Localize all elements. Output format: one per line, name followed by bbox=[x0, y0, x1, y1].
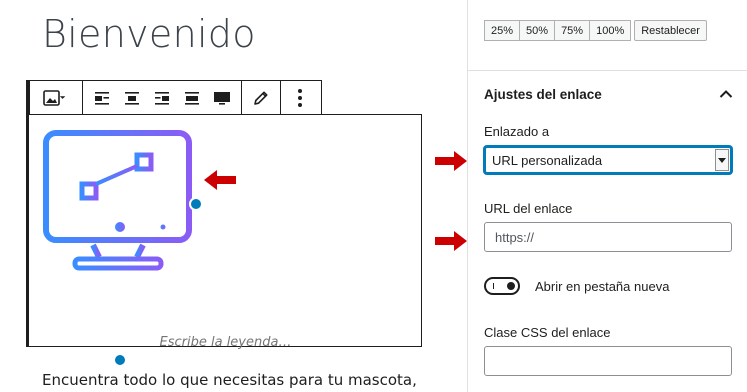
edit-image-button[interactable] bbox=[246, 81, 276, 114]
link-to-value: URL personalizada bbox=[492, 152, 603, 168]
annotation-arrow-icon bbox=[435, 231, 467, 251]
size-50-button[interactable]: 50% bbox=[519, 20, 556, 41]
align-right-icon bbox=[155, 91, 169, 105]
new-tab-toggle[interactable] bbox=[484, 277, 520, 295]
size-25-button[interactable]: 25% bbox=[484, 20, 521, 41]
panel-divider bbox=[468, 70, 747, 71]
more-options-icon bbox=[298, 88, 302, 107]
new-tab-label: Abrir en pestaña nueva bbox=[535, 279, 670, 294]
image-block[interactable]: Escribe la leyenda… bbox=[26, 80, 422, 367]
annotation-arrow-icon bbox=[435, 151, 467, 171]
image-block-type-button[interactable] bbox=[34, 81, 78, 114]
annotation-arrow-icon bbox=[204, 170, 236, 190]
link-url-label: URL del enlace bbox=[484, 201, 573, 216]
link-settings-title[interactable]: Ajustes del enlace bbox=[484, 87, 602, 102]
wide-width-icon bbox=[185, 91, 199, 105]
full-width-button[interactable] bbox=[207, 81, 237, 114]
css-class-input[interactable] bbox=[484, 346, 732, 376]
toolbar-group-edit bbox=[242, 81, 281, 114]
full-width-icon bbox=[214, 91, 230, 105]
toggle-knob bbox=[507, 282, 515, 290]
toolbar-group-more bbox=[281, 81, 319, 114]
size-100-button[interactable]: 100% bbox=[589, 20, 632, 41]
link-url-value: https:// bbox=[495, 229, 535, 245]
align-center-button[interactable] bbox=[117, 81, 147, 114]
monitor-icon bbox=[43, 130, 192, 271]
align-left-icon bbox=[95, 91, 109, 105]
post-title[interactable]: Bienvenido bbox=[42, 12, 256, 56]
block-toolbar bbox=[29, 80, 322, 115]
align-center-icon bbox=[125, 91, 139, 105]
size-75-button[interactable]: 75% bbox=[554, 20, 591, 41]
resize-handle-right[interactable] bbox=[189, 197, 203, 211]
link-url-input[interactable]: https:// bbox=[484, 222, 732, 252]
image-content[interactable]: Escribe la leyenda… bbox=[29, 114, 422, 367]
editor-canvas: Bienvenido Escribe la leyenda… Encuentra… bbox=[0, 0, 467, 392]
chevron-up-icon bbox=[719, 90, 733, 98]
collapse-panel-button[interactable] bbox=[716, 84, 736, 104]
more-options-button[interactable] bbox=[285, 81, 315, 114]
image-icon bbox=[43, 89, 66, 106]
select-arrow[interactable] bbox=[715, 149, 729, 171]
link-to-label: Enlazado a bbox=[484, 124, 550, 139]
paragraph-block[interactable]: Encuentra todo lo que necesitas para tu … bbox=[42, 371, 417, 389]
toolbar-group-align bbox=[83, 81, 242, 114]
css-class-label: Clase CSS del enlace bbox=[484, 325, 611, 340]
resize-handle-bottom[interactable] bbox=[113, 353, 127, 367]
link-to-select[interactable]: URL personalizada bbox=[484, 146, 732, 174]
image-caption[interactable]: Escribe la leyenda… bbox=[29, 335, 422, 350]
toolbar-group-type bbox=[30, 81, 83, 114]
pencil-icon bbox=[254, 91, 268, 105]
reset-size-button[interactable]: Restablecer bbox=[634, 20, 707, 41]
toggle-track-mark bbox=[493, 283, 494, 289]
image-size-buttons: 25% 50% 75% 100% Restablecer bbox=[484, 20, 707, 41]
settings-sidebar: 25% 50% 75% 100% Restablecer Ajustes del… bbox=[467, 0, 747, 392]
caret-down-icon bbox=[718, 157, 726, 163]
align-left-button[interactable] bbox=[87, 81, 117, 114]
wide-width-button[interactable] bbox=[177, 81, 207, 114]
align-right-button[interactable] bbox=[147, 81, 177, 114]
